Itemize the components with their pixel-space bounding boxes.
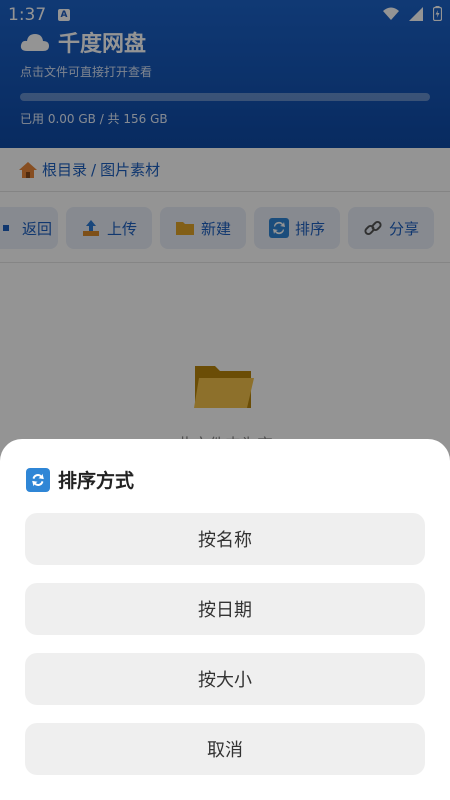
sheet-title: 排序方式 (58, 470, 135, 492)
sort-by-size-button[interactable]: 按大小 (25, 653, 425, 705)
sort-by-date-button[interactable]: 按日期 (25, 583, 425, 635)
sort-icon (26, 467, 50, 492)
sort-by-name-button[interactable]: 按名称 (25, 513, 425, 565)
cancel-button[interactable]: 取消 (25, 723, 425, 775)
sort-bottom-sheet: 排序方式 按名称 按日期 按大小 取消 (0, 439, 450, 800)
sheet-title-row: 排序方式 (26, 466, 134, 493)
